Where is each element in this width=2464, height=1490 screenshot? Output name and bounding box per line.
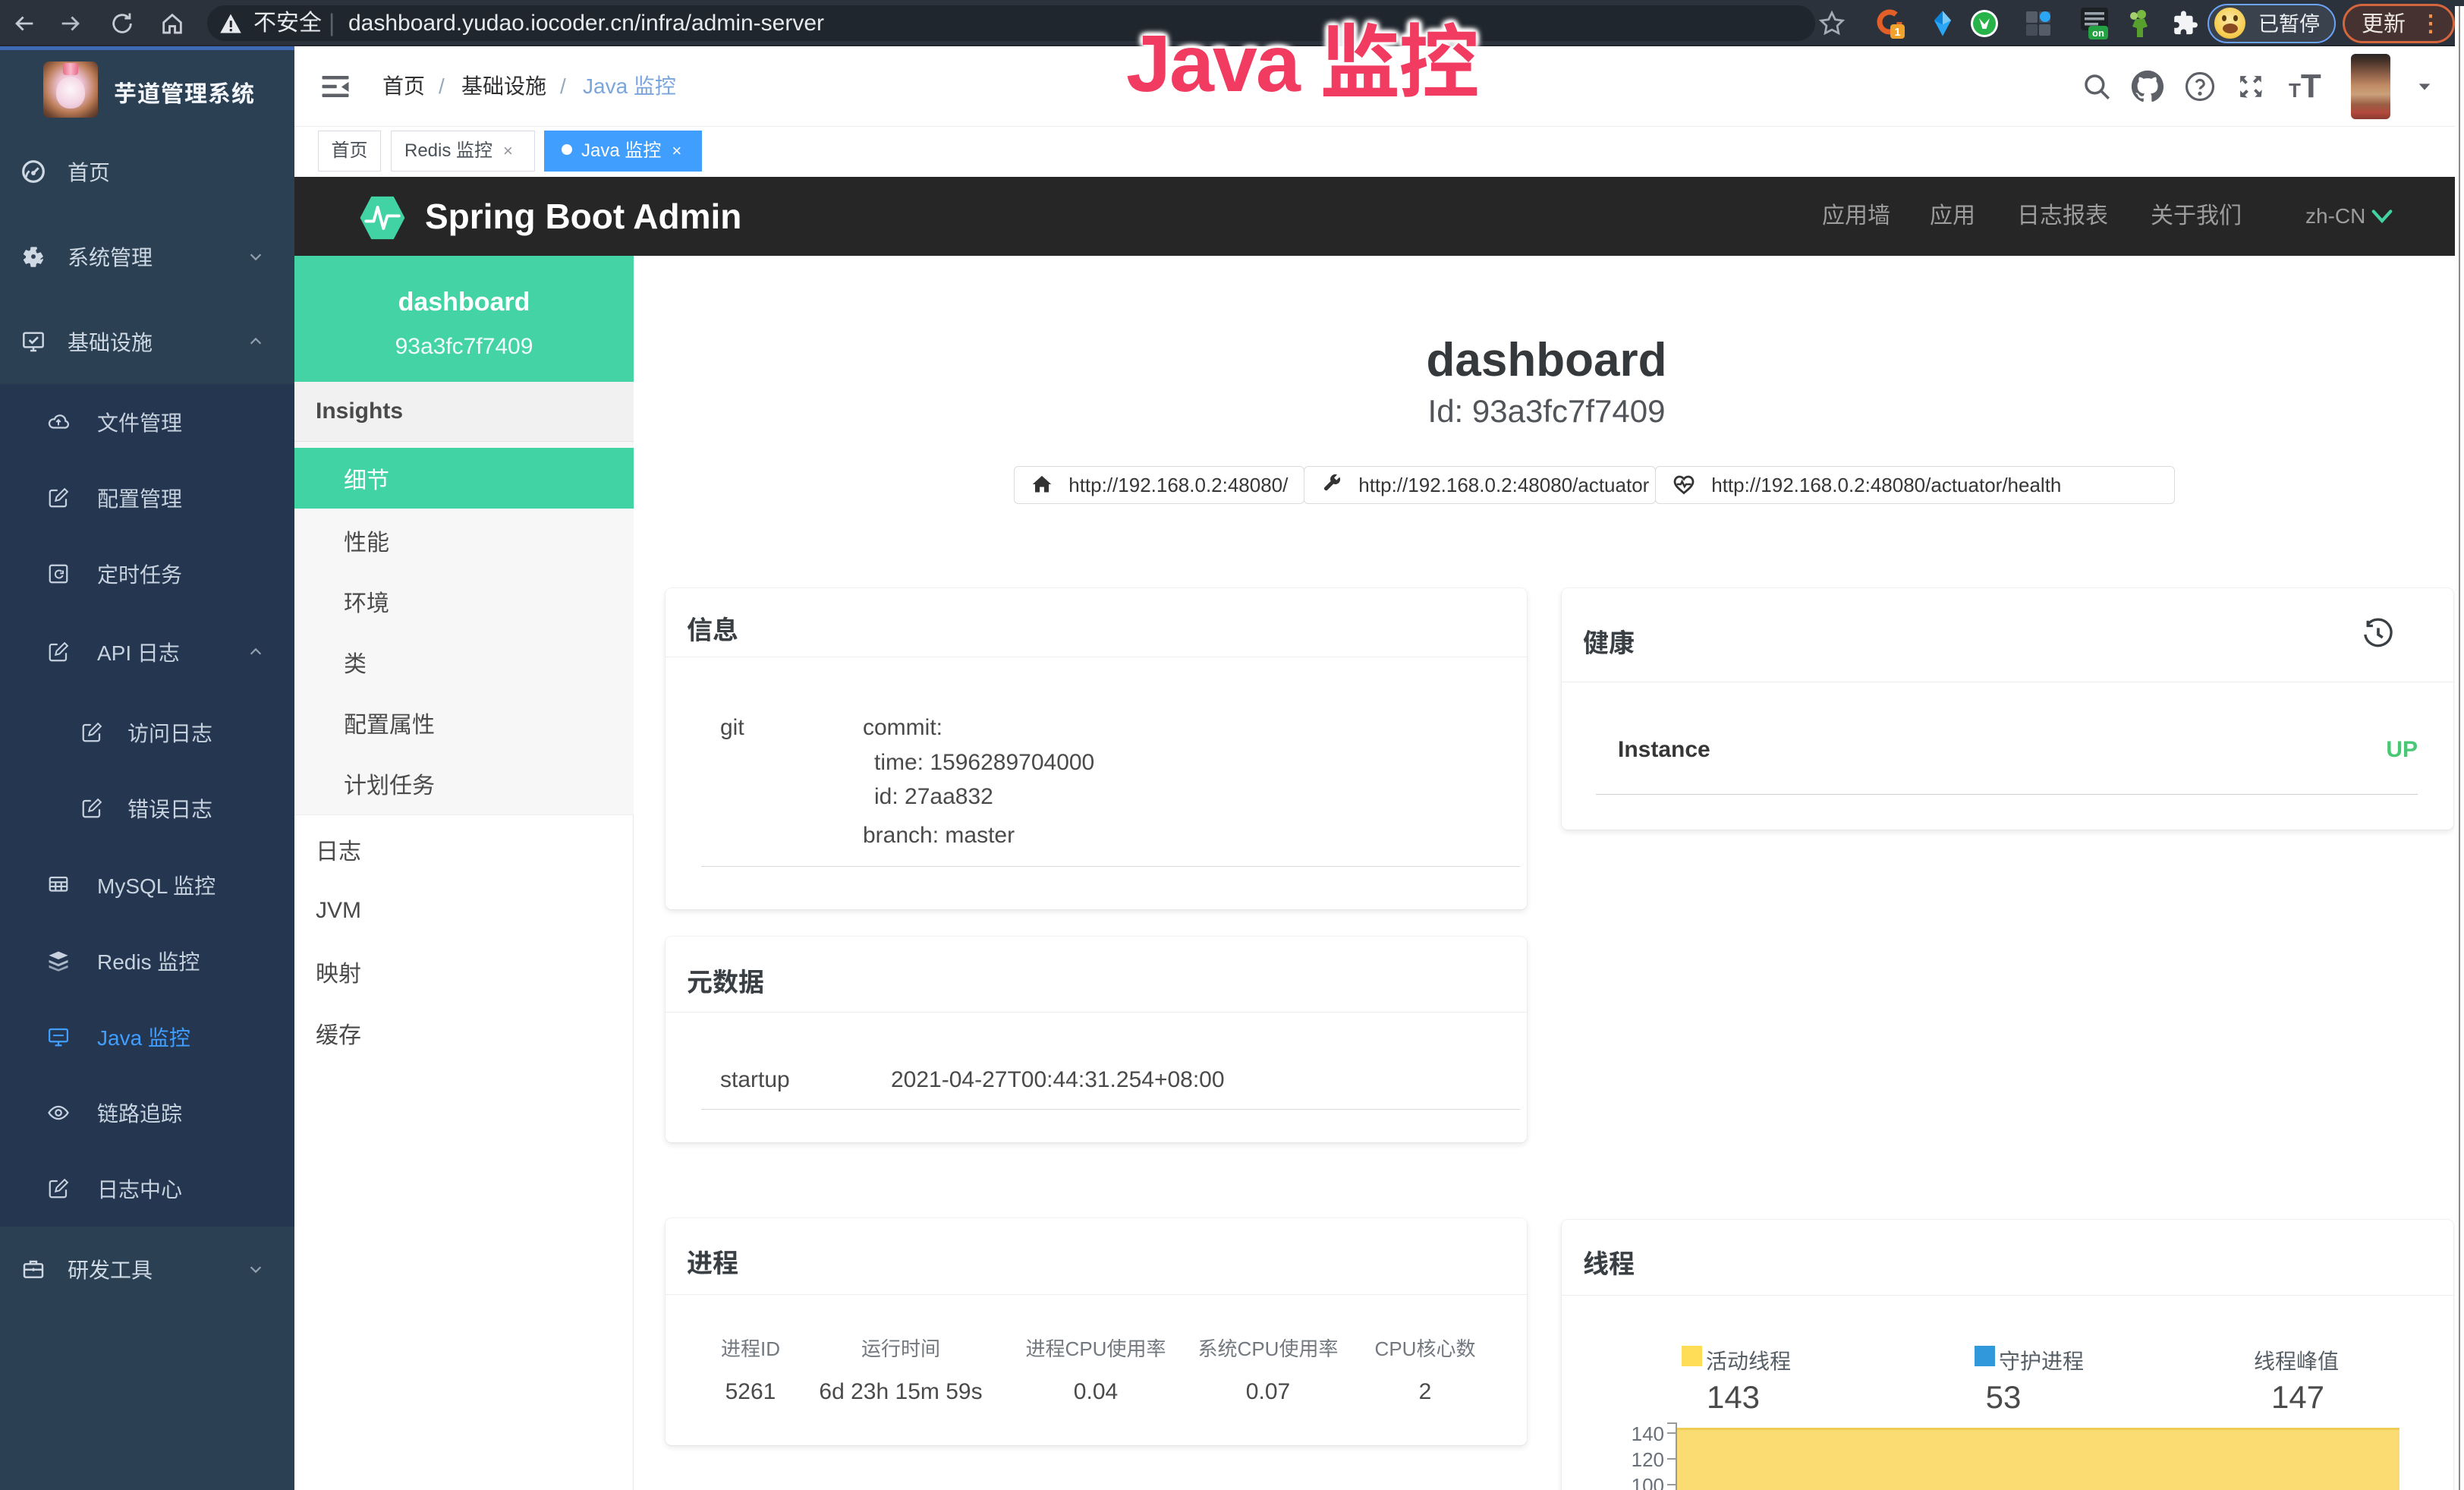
svg-text:1: 1	[1894, 26, 1900, 39]
svg-text:on: on	[2092, 27, 2104, 39]
